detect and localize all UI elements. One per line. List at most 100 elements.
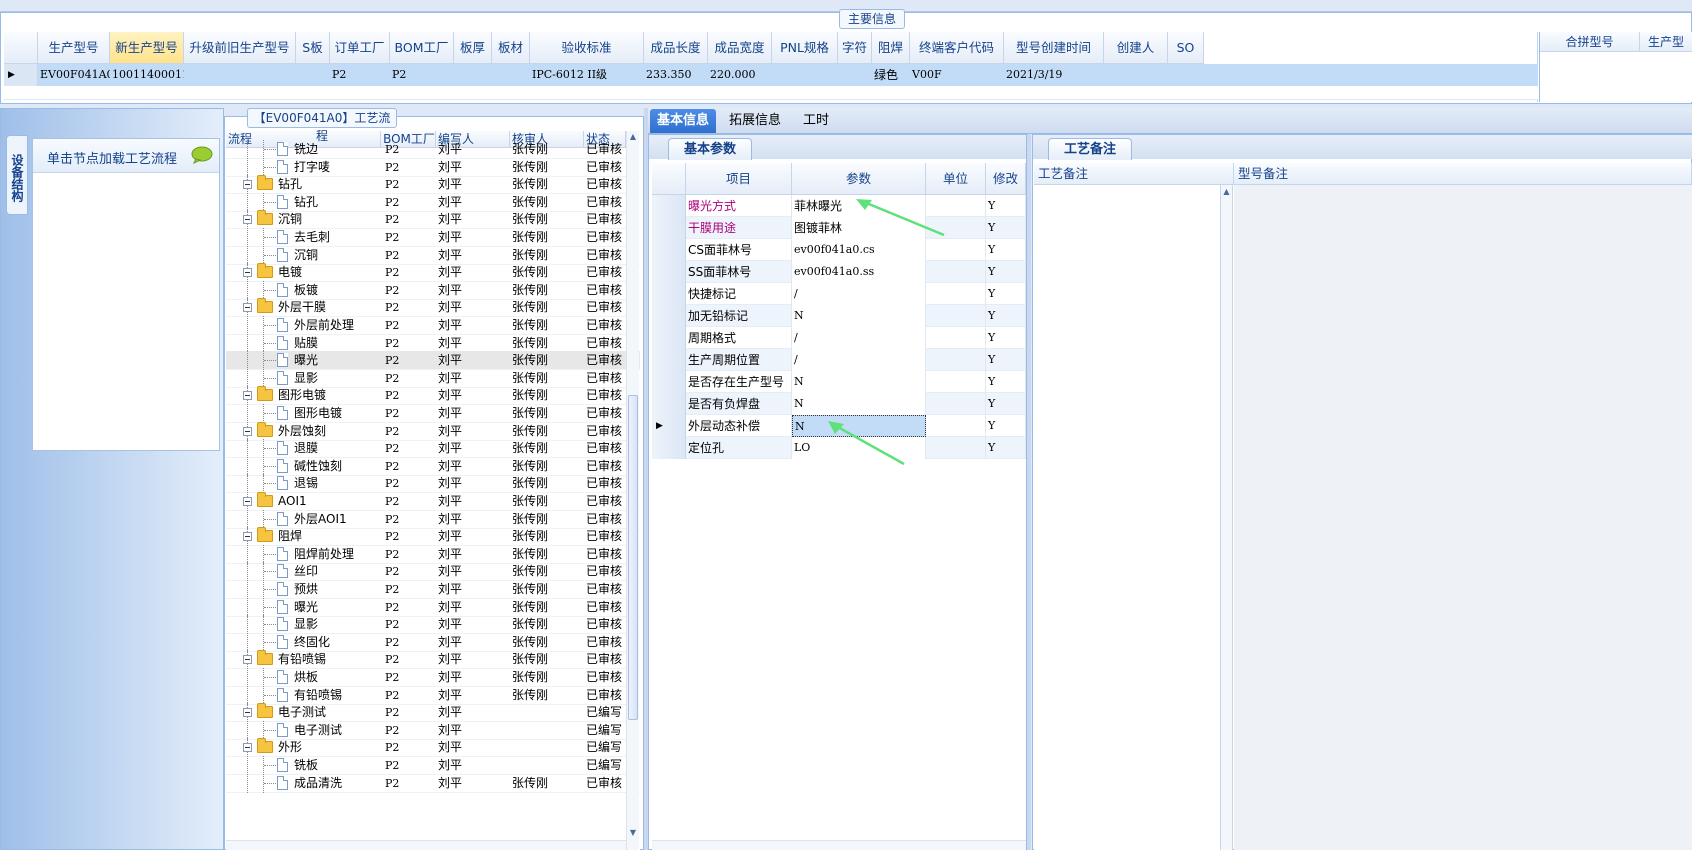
tree-node-row[interactable]: 有铅喷锡 P2 刘平 张传刚 已审核 [226,685,640,705]
param-cell-value[interactable]: / [792,283,926,305]
param-row[interactable]: 生产周期位置 / Y [652,349,1026,371]
tree-group-row[interactable]: 电子测试 P2 刘平 已编写 [226,703,640,723]
main-header-order-factory[interactable]: 订单工厂 [330,32,390,64]
collapse-toggle-icon[interactable] [243,180,252,190]
main-cell-solder-mask[interactable]: 绿色 [872,64,910,86]
tree-node-row[interactable]: 板镀 P2 刘平 张传刚 已审核 [226,280,640,300]
tree-group-row[interactable]: AOI1 P2 刘平 张传刚 已审核 [226,492,640,511]
flow-scroll-thumb[interactable] [628,395,638,720]
main-header-board-thickness[interactable]: 板厚 [454,32,492,64]
main-header-pnl-spec[interactable]: PNL规格 [772,32,838,64]
main-cell-acceptance-standard[interactable]: IPC-6012 II级 [530,64,644,86]
speech-bubble-icon[interactable] [191,146,213,164]
param-cell-value[interactable]: / [792,349,926,371]
param-grid-corner[interactable] [652,163,686,195]
row-header[interactable] [652,217,686,239]
row-header[interactable] [652,327,686,349]
param-row[interactable]: SS面菲林号 ev00f041a0.ss Y [652,261,1026,283]
tree-node-row[interactable]: 预烘 P2 刘平 张传刚 已审核 [226,580,640,599]
collapse-toggle-icon[interactable] [243,391,252,401]
main-header-character[interactable]: 字符 [838,32,872,64]
main-header-s-board[interactable]: S板 [296,32,330,64]
param-header-modify[interactable]: 修改 [986,163,1026,195]
tree-node-row[interactable]: 沉铜 P2 刘平 张传刚 已审核 [226,245,640,265]
tab-basic-info[interactable]: 基本信息 [650,109,716,133]
tree-node-row[interactable]: 退锡 P2 刘平 张传刚 已审核 [226,474,640,494]
main-cell-order-factory[interactable]: P2 [330,64,390,86]
scroll-up-arrow-icon[interactable]: ▲ [628,132,638,142]
tree-node-row[interactable]: 电子测试 P2 刘平 已编写 [226,720,640,740]
tree-node-row[interactable]: 图形电镀 P2 刘平 张传刚 已审核 [226,404,640,423]
main-grid-row[interactable]: ▶ EV00F041A010011400011858 P2P2 IPC-6012 I… [4,64,1538,86]
main-header-finished-length[interactable]: 成品长度 [644,32,708,64]
param-row[interactable]: 周期格式 / Y [652,327,1026,349]
main-header-acceptance-standard[interactable]: 验收标准 [530,32,644,64]
param-row[interactable]: 加无铅标记 N Y [652,305,1026,327]
tree-group-row[interactable]: 外层干膜 P2 刘平 张传刚 已审核 [226,298,640,318]
tree-node-row[interactable]: 丝印 P2 刘平 张传刚 已审核 [226,562,640,582]
main-header-creator[interactable]: 创建人 [1104,32,1168,64]
tree-group-row[interactable]: 钻孔 P2 刘平 张传刚 已审核 [226,175,640,195]
tree-node-row[interactable]: 显影 P2 刘平 张传刚 已审核 [226,368,640,388]
row-header[interactable] [652,371,686,393]
row-header[interactable] [652,261,686,283]
tree-node-row[interactable]: 外层AOI1 P2 刘平 张传刚 已审核 [226,509,640,529]
param-cell-value[interactable]: N [792,393,926,415]
params-horizontal-scrollbar[interactable] [652,840,1026,850]
tab-work-hours[interactable]: 工时 [794,109,838,133]
vertical-tab-equipment-structure[interactable]: 设备结构 [6,135,28,215]
flow-horizontal-scrollbar[interactable] [226,840,626,850]
tree-node-row[interactable]: 曝光 P2 刘平 张传刚 已审核 [226,351,640,371]
main-header-model-created-time[interactable]: 型号创建时间 [1004,32,1104,64]
param-row[interactable]: 是否存在生产型号 N Y [652,371,1026,393]
main-cell-model-created-time[interactable]: 2021/3/19 [1004,64,1104,86]
tree-node-row[interactable]: 碱性蚀刻 P2 刘平 张传刚 已审核 [226,456,640,476]
main-header-production-model[interactable]: 生产型号 [38,32,110,64]
row-pointer-icon[interactable]: ▶ [652,415,686,437]
collapse-toggle-icon[interactable] [243,426,252,436]
param-row[interactable]: CS面菲林号 ev00f041a0.cs Y [652,239,1026,261]
collapse-toggle-icon[interactable] [243,215,252,225]
merge-header-production-model[interactable]: 生产型 [1640,32,1692,52]
tree-node-row[interactable]: 显影 P2 刘平 张传刚 已审核 [226,615,640,635]
param-row[interactable]: 干膜用途 图镀菲林 Y [652,217,1026,239]
main-cell-end-customer-code[interactable]: V00F [910,64,1004,86]
row-header[interactable] [652,437,686,459]
param-row[interactable]: 是否有负焊盘 N Y [652,393,1026,415]
tree-group-row[interactable]: 外形 P2 刘平 已编写 [226,738,640,758]
param-header-value[interactable]: 参数 [792,163,926,195]
notes-scrollbar[interactable]: ▲ [1221,185,1233,850]
tree-group-row[interactable]: 图形电镀 P2 刘平 张传刚 已审核 [226,386,640,406]
main-header-new-production-model[interactable]: 新生产型号 [110,32,184,64]
tree-node-row[interactable]: 钻孔 P2 刘平 张传刚 已审核 [226,192,640,212]
collapse-toggle-icon[interactable] [243,708,252,718]
process-notes-textarea[interactable] [1034,185,1221,850]
tab-process-notes[interactable]: 工艺备注 [1048,138,1132,160]
param-header-unit[interactable]: 单位 [926,163,986,195]
param-cell-value[interactable]: ev00f041a0.cs [792,239,926,261]
param-cell-value[interactable]: N [792,371,926,393]
param-cell-value[interactable]: ev00f041a0.ss [792,261,926,283]
row-header[interactable] [652,239,686,261]
tree-group-row[interactable]: 电镀 P2 刘平 张传刚 已审核 [226,263,640,283]
main-cell-finished-width[interactable]: 220.000 [708,64,772,86]
tree-node-row[interactable]: 阻焊前处理 P2 刘平 张传刚 已审核 [226,544,640,564]
tree-group-row[interactable]: 沉铜 P2 刘平 张传刚 已审核 [226,210,640,230]
tab-extended-info[interactable]: 拓展信息 [722,109,788,133]
tree-group-row[interactable]: 阻焊 P2 刘平 张传刚 已审核 [226,527,640,547]
main-header-solder-mask[interactable]: 阻焊 [872,32,910,64]
collapse-toggle-icon[interactable] [243,655,252,665]
notes-scroll-up-icon[interactable]: ▲ [1221,187,1232,196]
tree-node-row[interactable]: 退膜 P2 刘平 张传刚 已审核 [226,439,640,459]
collapse-toggle-icon[interactable] [243,268,252,278]
tab-basic-params[interactable]: 基本参数 [668,138,752,160]
main-cell-production-model[interactable]: EV00F041A0 [38,64,110,86]
row-header[interactable] [652,195,686,217]
main-header-old-production-model[interactable]: 升级前旧生产型号 [184,32,296,64]
notes-splitter[interactable] [1027,134,1031,850]
row-header[interactable] [652,305,686,327]
row-header[interactable] [652,349,686,371]
param-cell-value[interactable]: N [792,305,926,327]
collapse-toggle-icon[interactable] [243,497,252,506]
scroll-down-arrow-icon[interactable]: ▼ [628,828,638,838]
